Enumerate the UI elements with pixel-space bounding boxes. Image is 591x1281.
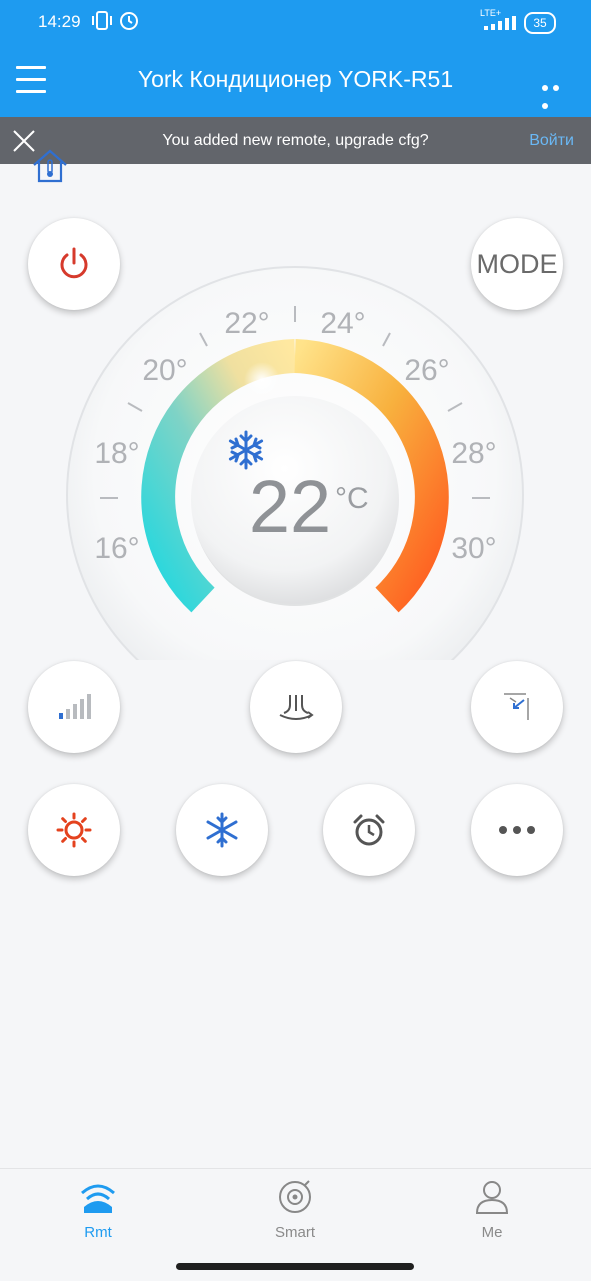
scale-label: 24° [320,307,365,340]
tab-label: Smart [274,1224,315,1241]
timer-button[interactable] [323,784,415,876]
tab-smart[interactable]: Smart [235,1179,355,1241]
home-temperature-icon[interactable] [32,148,68,184]
more-dots-icon [499,826,535,834]
upgrade-banner: You added new remote, upgrade cfg? Войти [0,117,591,164]
scale-label: 18° [94,437,139,470]
tab-me[interactable]: Me [432,1179,552,1241]
scale-label: 30° [451,532,496,565]
scale-label: 26° [404,354,449,387]
signal-icon [484,16,516,30]
scale-label: 20° [142,354,187,387]
scale-label: 28° [451,437,496,470]
user-icon [475,1181,509,1214]
alarm-clock-icon [120,12,138,30]
fan-speed-icon [59,694,91,719]
cool-mode-button[interactable] [176,784,268,876]
more-functions-button[interactable] [471,784,563,876]
air-direction-button[interactable] [471,661,563,753]
remote-wifi-icon [81,1184,115,1213]
tab-rmt[interactable]: Rmt [38,1179,158,1241]
banner-login-link[interactable]: Войти [529,132,574,150]
battery-level: 35 [533,16,547,30]
dial-indicator-glow [244,362,280,398]
battery-indicator: 35 [524,12,556,34]
more-options-button[interactable] [542,78,574,109]
home-indicator[interactable] [176,1263,414,1270]
status-bar: 14:29 LTE+ 35 [0,0,591,44]
current-temperature: 22 [249,465,331,548]
air-swing-icon [279,695,314,720]
smart-icon [279,1180,311,1213]
tab-label: Rmt [84,1224,112,1241]
temperature-unit: °C [335,482,369,515]
swing-button[interactable] [250,661,342,753]
sun-icon [56,812,92,848]
temperature-dial[interactable]: 16° 18° 20° 22° 24° 26° 28° 30° 22 °C [0,260,591,660]
snowflake-icon [206,812,238,848]
vibrate-icon [92,11,112,30]
scale-label: 16° [94,532,139,565]
air-direction-icon [504,693,529,720]
status-time: 14:29 [38,12,81,31]
tab-label: Me [481,1224,503,1241]
banner-message: You added new remote, upgrade cfg? [162,132,429,149]
alarm-clock-icon [353,814,385,846]
page-title: York Кондиционер YORK-R51 [137,66,454,92]
app-bar: York Кондиционер YORK-R51 [0,44,591,117]
heat-mode-button[interactable] [28,784,120,876]
scale-label: 22° [224,307,269,340]
fan-speed-button[interactable] [28,661,120,753]
